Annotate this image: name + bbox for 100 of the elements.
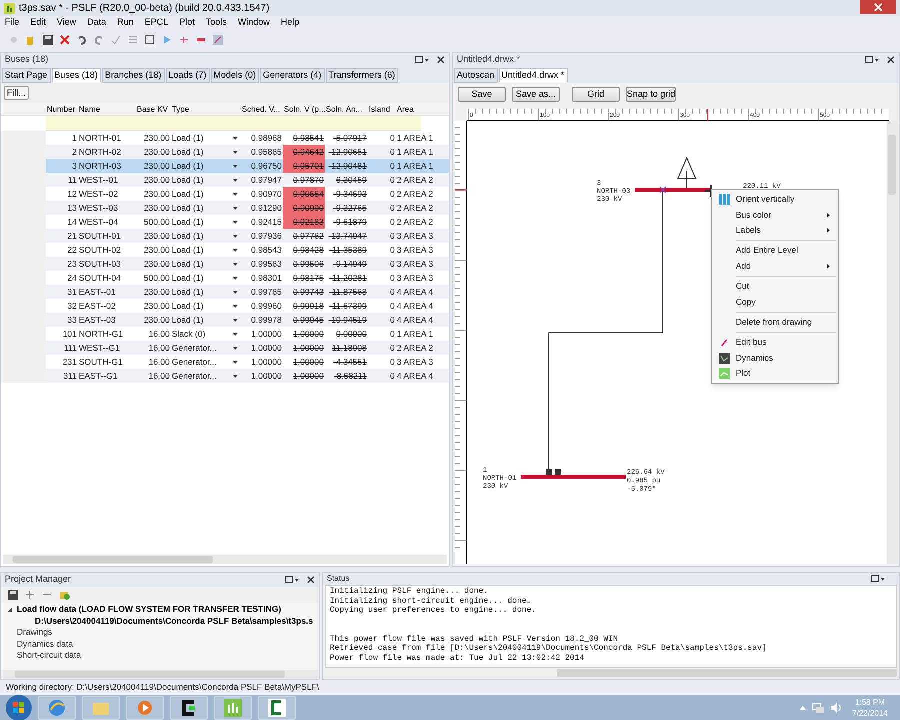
scrollbar-thumb[interactable] [15, 671, 285, 678]
bars-icon[interactable] [718, 194, 730, 206]
column-header[interactable]: Soln. An... [325, 103, 368, 115]
menu-item[interactable]: Add Entire Level [712, 243, 838, 259]
scrollbar-thumb[interactable] [557, 669, 897, 678]
dropdown-arrow-icon[interactable] [232, 290, 238, 294]
toolbar-button[interactable]: Save [458, 86, 506, 102]
list-icon[interactable] [127, 34, 139, 46]
dropdown-arrow-icon[interactable] [232, 220, 238, 224]
menu-item[interactable]: Run [117, 16, 134, 30]
tab[interactable]: Branches (18) [102, 68, 165, 83]
column-header[interactable]: Name [78, 103, 136, 115]
menu-item[interactable]: Delete from drawing [712, 314, 838, 330]
tree-item[interactable]: Dynamics data [17, 638, 74, 651]
menu-item[interactable]: Edit [30, 16, 46, 30]
menu-item[interactable]: Edit bus [712, 335, 838, 351]
dropdown-arrow-icon[interactable] [232, 192, 238, 196]
tab[interactable]: Transformers (6) [326, 68, 398, 83]
dropdown-arrow-icon[interactable] [232, 178, 238, 182]
tab[interactable]: Start Page [2, 68, 51, 83]
dropdown-arrow-icon[interactable] [232, 346, 238, 350]
arrow-up-icon[interactable] [800, 706, 806, 710]
chart-icon[interactable] [212, 34, 224, 46]
window-options-icon[interactable] [865, 56, 879, 64]
menu-item[interactable]: Copy [712, 294, 838, 310]
column-header[interactable]: Area [396, 103, 431, 115]
column-header[interactable]: Type [171, 103, 241, 115]
play-icon[interactable] [135, 698, 155, 718]
toolbar-button[interactable]: Grid [572, 86, 620, 102]
pencil-icon[interactable] [718, 337, 730, 348]
toolbar-button[interactable]: Save as... [512, 86, 560, 102]
column-header[interactable]: Soln. V (p... [283, 103, 325, 115]
close-button[interactable] [860, 0, 896, 14]
save-icon[interactable] [42, 34, 54, 46]
dropdown-arrow-icon[interactable] [232, 164, 238, 168]
table-row[interactable]: 13 WEST--03 230.00 Load (1) 0.91290 0.90990 -9.32765 0 2 AREA 2 [1, 201, 449, 215]
box-icon[interactable] [58, 589, 70, 601]
dropdown-arrow-icon[interactable] [232, 150, 238, 154]
scrollbar-thumb[interactable] [888, 135, 896, 195]
column-header[interactable]: Sched. V... [241, 103, 283, 115]
menu-item[interactable]: EPCL [144, 16, 168, 30]
tab[interactable]: Models (0) [210, 68, 260, 83]
dropdown-arrow-icon[interactable] [232, 276, 238, 280]
menu-item[interactable]: View [57, 16, 76, 30]
menu-item[interactable]: Tools [206, 16, 227, 30]
table-row[interactable]: 23 SOUTH-03 230.00 Load (1) 0.99563 0.99506 -9.14949 0 3 AREA 3 [1, 257, 449, 271]
menu-item[interactable]: File [5, 16, 20, 30]
table-row[interactable]: 21 SOUTH-01 230.00 Load (1) 0.97936 0.97762 -13.74947 0 3 AREA 3 [1, 229, 449, 243]
network-icon[interactable] [812, 703, 824, 713]
check-icon[interactable] [110, 34, 122, 46]
tree-item[interactable]: Short-circuit data [17, 649, 82, 662]
play-icon[interactable] [161, 34, 173, 46]
expander-icon[interactable] [7, 606, 13, 613]
four-squares-icon[interactable] [13, 702, 25, 714]
toolbar-button[interactable]: Snap to grid [626, 86, 676, 102]
close-icon[interactable] [887, 56, 895, 64]
dropdown-arrow-icon[interactable] [232, 136, 238, 140]
dropdown-arrow-icon[interactable] [232, 374, 238, 378]
menu-item[interactable]: Cut [712, 278, 838, 294]
dropdown-arrow-icon[interactable] [232, 234, 238, 238]
dropdown-arrow-icon[interactable] [232, 332, 238, 336]
dropdown-arrow-icon[interactable] [232, 360, 238, 364]
window-options-icon[interactable] [285, 576, 299, 584]
table-row[interactable]: 11 WEST--01 230.00 Load (1) 0.97947 0.97870 6.30459 0 2 AREA 2 [1, 173, 449, 187]
dropdown-arrow-icon[interactable] [232, 248, 238, 252]
column-header[interactable]: Number [46, 103, 78, 115]
window-options-icon[interactable] [415, 56, 429, 64]
menu-item[interactable]: Plot [712, 366, 838, 382]
menu-item[interactable]: Add [712, 258, 838, 274]
menu-item[interactable]: Dynamics [712, 350, 838, 366]
tab[interactable]: Generators (4) [260, 68, 325, 83]
menu-item[interactable]: Bus color [712, 207, 838, 223]
undo-icon[interactable] [76, 34, 88, 46]
menu-item[interactable]: Help [280, 16, 300, 30]
save-icon[interactable] [7, 589, 19, 601]
tab[interactable]: Autoscan [454, 68, 498, 83]
bracket-icon[interactable] [267, 698, 287, 718]
menu-item[interactable]: Plot [179, 16, 195, 30]
table-row[interactable]: 33 EAST--03 230.00 Load (1) 0.99978 0.99945 -10.94519 0 4 AREA 4 [1, 313, 449, 327]
tree-item[interactable]: Load flow data (LOAD FLOW SYSTEM FOR TRANSFER TESTING) [17, 603, 282, 616]
scrollbar-thumb[interactable] [13, 556, 213, 563]
tree-item[interactable]: D:\Users\204004119\Documents\Concorda PSLF Beta\samples\t3ps.s [35, 614, 314, 628]
tab[interactable]: Buses (18) [52, 68, 102, 83]
bar-chart-icon[interactable] [223, 698, 243, 718]
chart-icon[interactable] [718, 352, 730, 364]
menu-item[interactable]: Orient vertically [712, 192, 838, 208]
globe-icon[interactable] [47, 698, 67, 718]
square-icon[interactable] [144, 34, 156, 46]
tab[interactable]: Loads (7) [166, 68, 210, 83]
dropdown-arrow-icon[interactable] [232, 304, 238, 308]
fill-button[interactable]: Fill... [4, 86, 29, 100]
tab[interactable]: Untitled4.drwx * [498, 68, 568, 83]
tree-item[interactable]: Drawings [17, 626, 52, 640]
table-row[interactable]: 311 EAST--G1 16.00 Generator... 1.00000 1.00000 -8.58211 0 4 AREA 4 [1, 369, 449, 383]
column-header[interactable]: Base KV [136, 103, 171, 115]
redo-icon[interactable] [93, 34, 105, 46]
dropdown-arrow-icon[interactable] [232, 262, 238, 266]
window-options-icon[interactable] [871, 575, 885, 583]
menu-item[interactable]: Labels [712, 222, 838, 238]
table-row[interactable]: 3 NORTH-03 230.00 Load (1) 0.96750 0.95701 -12.90481 0 1 AREA 1 [1, 159, 449, 173]
